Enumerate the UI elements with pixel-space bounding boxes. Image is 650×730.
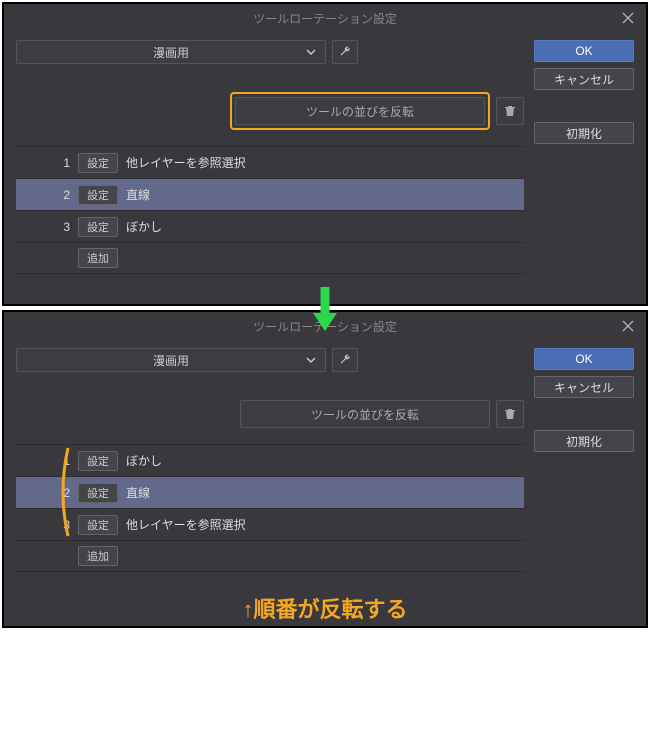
row-number: 2 — [56, 486, 70, 500]
cancel-button[interactable]: キャンセル — [534, 68, 634, 90]
list-item[interactable]: 1 設定 他レイヤーを参照選択 — [16, 146, 524, 178]
config-button[interactable]: 設定 — [78, 515, 118, 535]
row-number: 1 — [56, 454, 70, 468]
delete-button[interactable] — [496, 400, 524, 428]
add-row[interactable]: 追加 — [16, 242, 524, 274]
list-item[interactable]: 1 設定 ぼかし — [16, 444, 524, 476]
list-item[interactable]: 2 設定 直線 — [16, 178, 524, 210]
config-button[interactable]: 設定 — [78, 483, 118, 503]
list-item[interactable]: 2 設定 直線 — [16, 476, 524, 508]
add-button[interactable]: 追加 — [78, 546, 118, 566]
dialog-before: ツールローテーション設定 漫画用 — [2, 2, 648, 306]
highlight-annotation: ツールの並びを反転 — [230, 92, 490, 130]
wrench-icon — [338, 45, 352, 59]
caption-annotation: ↑順番が反転する — [4, 580, 646, 626]
dialog-after: ツールローテーション設定 漫画用 — [2, 310, 648, 628]
tool-list: 1 設定 ぼかし 2 設定 直線 3 設定 他レイヤーを参照選択 — [16, 444, 524, 572]
row-label: 他レイヤーを参照選択 — [126, 154, 246, 171]
config-button[interactable]: 設定 — [78, 153, 118, 173]
reverse-order-button[interactable]: ツールの並びを反転 — [240, 400, 490, 428]
titlebar: ツールローテーション設定 — [4, 4, 646, 32]
config-button[interactable]: 設定 — [78, 451, 118, 471]
row-label: ぼかし — [126, 452, 162, 469]
preset-dropdown[interactable]: 漫画用 — [16, 40, 326, 64]
delete-button[interactable] — [496, 97, 524, 125]
reset-button[interactable]: 初期化 — [534, 430, 634, 452]
wrench-icon — [338, 353, 352, 367]
row-label: 直線 — [126, 484, 150, 501]
dropdown-label: 漫画用 — [153, 352, 189, 369]
ok-button[interactable]: OK — [534, 348, 634, 370]
row-number: 3 — [56, 220, 70, 234]
preset-dropdown[interactable]: 漫画用 — [16, 348, 326, 372]
row-number: 1 — [56, 156, 70, 170]
settings-button[interactable] — [332, 348, 358, 372]
reset-button[interactable]: 初期化 — [534, 122, 634, 144]
config-button[interactable]: 設定 — [78, 185, 118, 205]
cancel-button[interactable]: キャンセル — [534, 376, 634, 398]
add-button[interactable]: 追加 — [78, 248, 118, 268]
reverse-label: ツールの並びを反転 — [306, 103, 414, 120]
row-label: ぼかし — [126, 218, 162, 235]
dialog-title: ツールローテーション設定 — [253, 10, 397, 27]
trash-icon — [503, 407, 517, 421]
dropdown-label: 漫画用 — [153, 44, 189, 61]
config-button[interactable]: 設定 — [78, 217, 118, 237]
arrow-annotation — [307, 285, 343, 338]
list-item[interactable]: 3 設定 ぼかし — [16, 210, 524, 242]
row-number: 3 — [56, 518, 70, 532]
list-item[interactable]: 3 設定 他レイヤーを参照選択 — [16, 508, 524, 540]
close-icon — [622, 12, 634, 24]
add-row[interactable]: 追加 — [16, 540, 524, 572]
reverse-label: ツールの並びを反転 — [311, 406, 419, 423]
chevron-down-icon — [305, 46, 317, 61]
row-number: 2 — [56, 188, 70, 202]
close-icon — [622, 320, 634, 332]
trash-icon — [503, 104, 517, 118]
ok-button[interactable]: OK — [534, 40, 634, 62]
chevron-down-icon — [305, 354, 317, 369]
close-button[interactable] — [618, 316, 638, 336]
row-label: 直線 — [126, 186, 150, 203]
settings-button[interactable] — [332, 40, 358, 64]
tool-list: 1 設定 他レイヤーを参照選択 2 設定 直線 3 設定 ぼかし — [16, 146, 524, 274]
reverse-order-button[interactable]: ツールの並びを反転 — [235, 97, 485, 125]
close-button[interactable] — [618, 8, 638, 28]
row-label: 他レイヤーを参照選択 — [126, 516, 246, 533]
